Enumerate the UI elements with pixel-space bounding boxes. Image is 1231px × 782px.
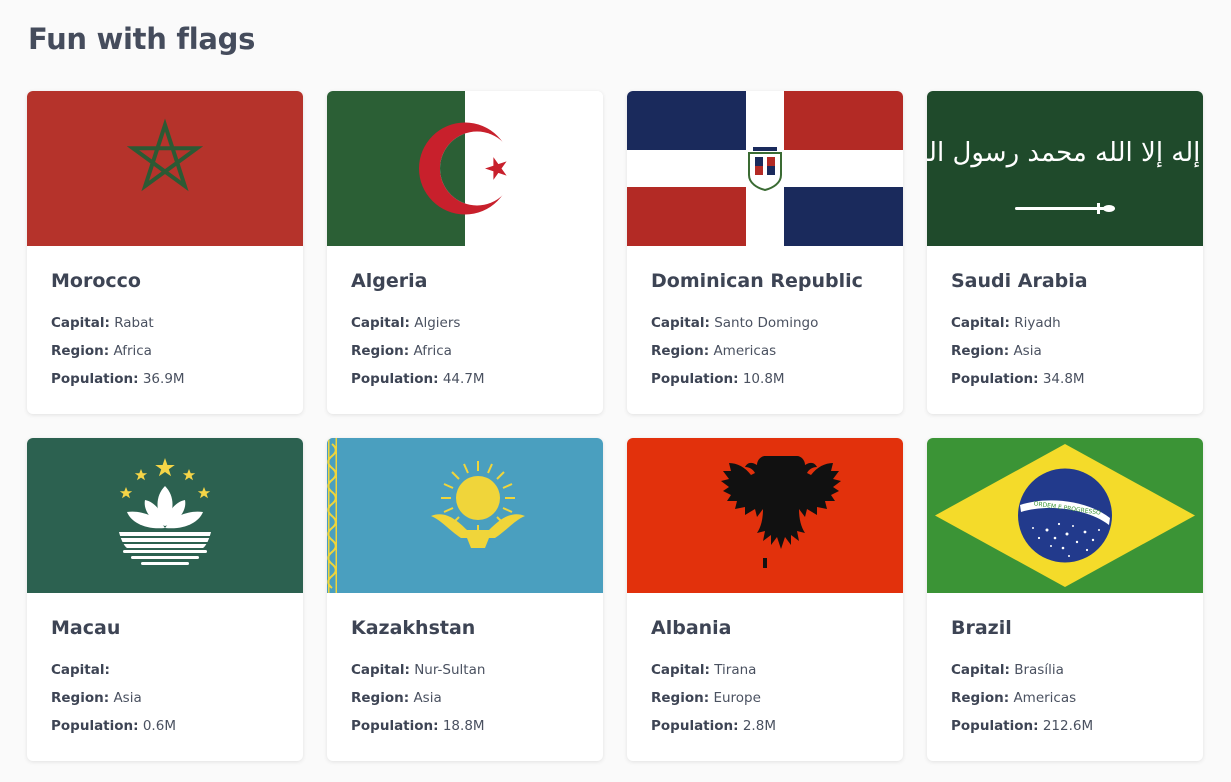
region-value: Asia (1013, 343, 1042, 359)
region-row: Region: Europe (651, 684, 879, 712)
capital-row: Capital: Tirana (651, 656, 879, 684)
region-row: Region: Asia (351, 684, 579, 712)
capital-row: Capital: Santo Domingo (651, 309, 879, 337)
page-title: Fun with flags (28, 22, 256, 56)
region-label: Region: (351, 690, 410, 706)
country-card[interactable]: لا إله إلا الله محمد رسول الله Saudi Ara… (927, 91, 1203, 414)
capital-row: Capital: Nur-Sultan (351, 656, 579, 684)
capital-value: Santo Domingo (714, 315, 819, 331)
capital-value: Brasília (1014, 662, 1064, 678)
population-value: 0.6M (142, 718, 176, 734)
country-name: Brazil (951, 617, 1012, 639)
capital-row: Capital: Rabat (51, 309, 279, 337)
region-row: Region: Africa (351, 337, 579, 365)
albania-flag-icon (627, 438, 903, 593)
capital-label: Capital: (651, 315, 710, 331)
region-row: Region: Asia (951, 337, 1179, 365)
capital-label: Capital: (951, 662, 1010, 678)
country-card[interactable]: Dominican Republic Capital: Santo Doming… (627, 91, 903, 414)
population-label: Population: (351, 371, 439, 387)
morocco-flag-icon (27, 91, 303, 246)
country-card[interactable]: Albania Capital: Tirana Region: Europe P… (627, 438, 903, 761)
country-card[interactable]: Kazakhstan Capital: Nur-Sultan Region: A… (327, 438, 603, 761)
population-label: Population: (51, 718, 139, 734)
capital-row: Capital: (51, 656, 279, 684)
country-card[interactable]: Morocco Capital: Rabat Region: Africa Po… (27, 91, 303, 414)
population-value: 212.6M (1042, 718, 1094, 734)
region-value: Asia (113, 690, 142, 706)
country-card[interactable]: Algeria Capital: Algiers Region: Africa … (327, 91, 603, 414)
capital-label: Capital: (951, 315, 1010, 331)
population-row: Population: 34.8M (951, 365, 1179, 393)
region-value: Africa (413, 343, 452, 359)
population-row: Population: 2.8M (651, 712, 879, 740)
capital-label: Capital: (51, 315, 110, 331)
region-label: Region: (951, 690, 1010, 706)
region-label: Region: (951, 343, 1010, 359)
capital-label: Capital: (651, 662, 710, 678)
capital-value: Algiers (414, 315, 461, 331)
population-label: Population: (951, 718, 1039, 734)
population-row: Population: 44.7M (351, 365, 579, 393)
population-label: Population: (951, 371, 1039, 387)
country-name: Algeria (351, 270, 428, 292)
population-row: Population: 18.8M (351, 712, 579, 740)
region-row: Region: Asia (51, 684, 279, 712)
capital-label: Capital: (351, 662, 410, 678)
capital-row: Capital: Algiers (351, 309, 579, 337)
region-label: Region: (51, 343, 110, 359)
country-grid: Morocco Capital: Rabat Region: Africa Po… (27, 91, 1203, 761)
dominican-republic-flag-icon (627, 91, 903, 246)
country-card[interactable]: Macau Capital: Region: Asia Population: … (27, 438, 303, 761)
region-label: Region: (51, 690, 110, 706)
region-label: Region: (351, 343, 410, 359)
country-name: Saudi Arabia (951, 270, 1088, 292)
macau-flag-icon (27, 438, 303, 593)
population-row: Population: 36.9M (51, 365, 279, 393)
capital-row: Capital: Riyadh (951, 309, 1179, 337)
country-card[interactable]: ORDEM E PROGRESSO Brazil Capital: Brasíl… (927, 438, 1203, 761)
population-value: 10.8M (742, 371, 785, 387)
region-value: Americas (1013, 690, 1077, 706)
region-label: Region: (651, 690, 710, 706)
capital-value: Tirana (714, 662, 757, 678)
region-value: Europe (713, 690, 761, 706)
flag-inscription: لا إله إلا الله محمد رسول الله (927, 138, 1203, 168)
region-value: Asia (413, 690, 442, 706)
region-value: Africa (113, 343, 152, 359)
population-row: Population: 212.6M (951, 712, 1179, 740)
population-label: Population: (651, 718, 739, 734)
country-name: Morocco (51, 270, 141, 292)
capital-row: Capital: Brasília (951, 656, 1179, 684)
region-row: Region: Americas (951, 684, 1179, 712)
population-value: 18.8M (442, 718, 485, 734)
capital-value: Riyadh (1014, 315, 1061, 331)
capital-value: Rabat (114, 315, 154, 331)
region-row: Region: Africa (51, 337, 279, 365)
population-label: Population: (351, 718, 439, 734)
country-name: Kazakhstan (351, 617, 476, 639)
brazil-flag-icon: ORDEM E PROGRESSO (927, 438, 1203, 593)
population-row: Population: 0.6M (51, 712, 279, 740)
kazakhstan-flag-icon (327, 438, 603, 593)
population-label: Population: (651, 371, 739, 387)
capital-label: Capital: (351, 315, 410, 331)
country-name: Macau (51, 617, 121, 639)
population-row: Population: 10.8M (651, 365, 879, 393)
population-value: 36.9M (142, 371, 185, 387)
population-value: 44.7M (442, 371, 485, 387)
population-value: 34.8M (1042, 371, 1085, 387)
capital-value: Nur-Sultan (414, 662, 486, 678)
capital-label: Capital: (51, 662, 110, 678)
population-value: 2.8M (742, 718, 776, 734)
region-label: Region: (651, 343, 710, 359)
population-label: Population: (51, 371, 139, 387)
algeria-flag-icon (327, 91, 603, 246)
country-name: Dominican Republic (651, 270, 863, 292)
region-row: Region: Americas (651, 337, 879, 365)
country-name: Albania (651, 617, 732, 639)
saudi-arabia-flag-icon: لا إله إلا الله محمد رسول الله (927, 91, 1203, 246)
region-value: Americas (713, 343, 777, 359)
